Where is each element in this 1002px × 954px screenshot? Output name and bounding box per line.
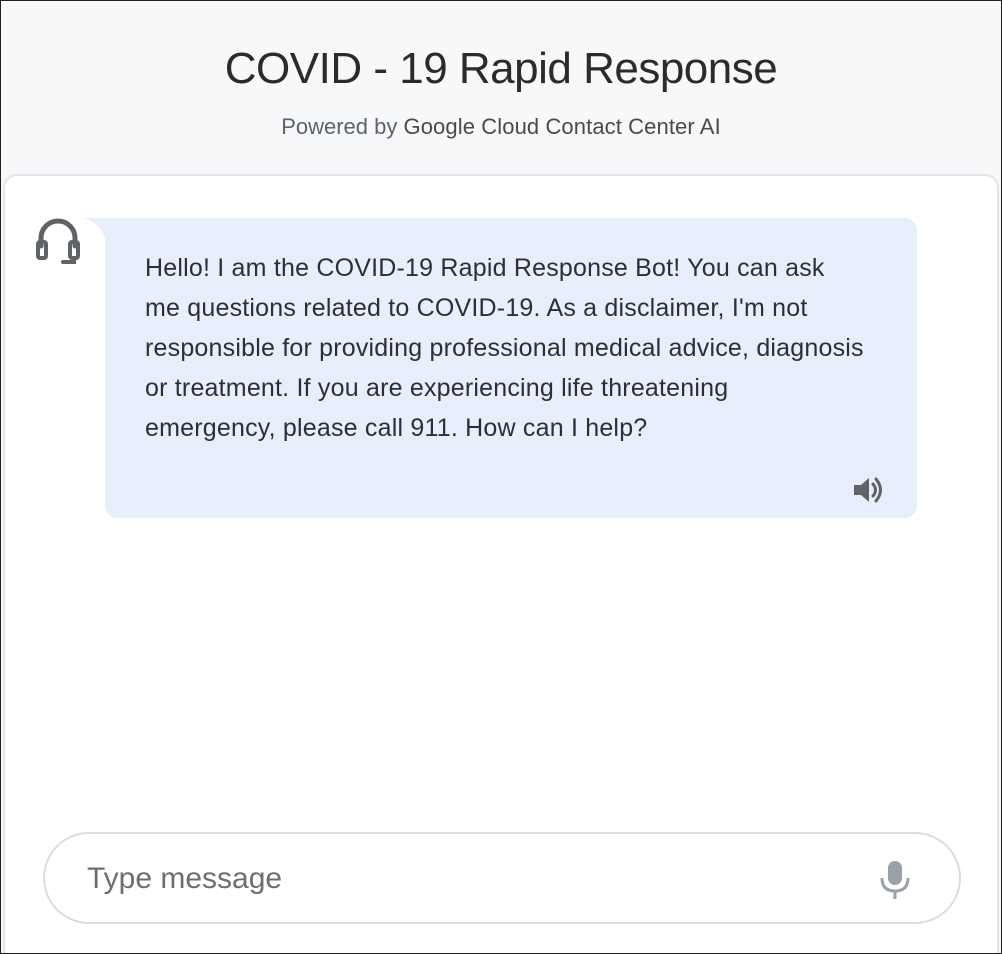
microphone-icon[interactable] [879, 860, 911, 900]
powered-by-label: Powered by [281, 114, 398, 139]
brand-name: Google Cloud Contact Center AI [403, 114, 721, 139]
header: COVID - 19 Rapid Response Powered by Goo… [1, 1, 1001, 173]
agent-message-text: Hello! I am the COVID-19 Rapid Response … [145, 254, 864, 442]
message-input[interactable] [85, 834, 849, 924]
headset-icon [35, 216, 81, 266]
speaker-icon[interactable] [851, 474, 887, 506]
agent-message-bubble: Hello! I am the COVID-19 Rapid Response … [105, 218, 917, 518]
message-composer [43, 832, 961, 924]
page-title: COVID - 19 Rapid Response [224, 44, 778, 93]
powered-by-line: Powered by Google Cloud Contact Center A… [1, 113, 1001, 141]
chat-window: COVID - 19 Rapid Response Powered by Goo… [0, 0, 1002, 954]
